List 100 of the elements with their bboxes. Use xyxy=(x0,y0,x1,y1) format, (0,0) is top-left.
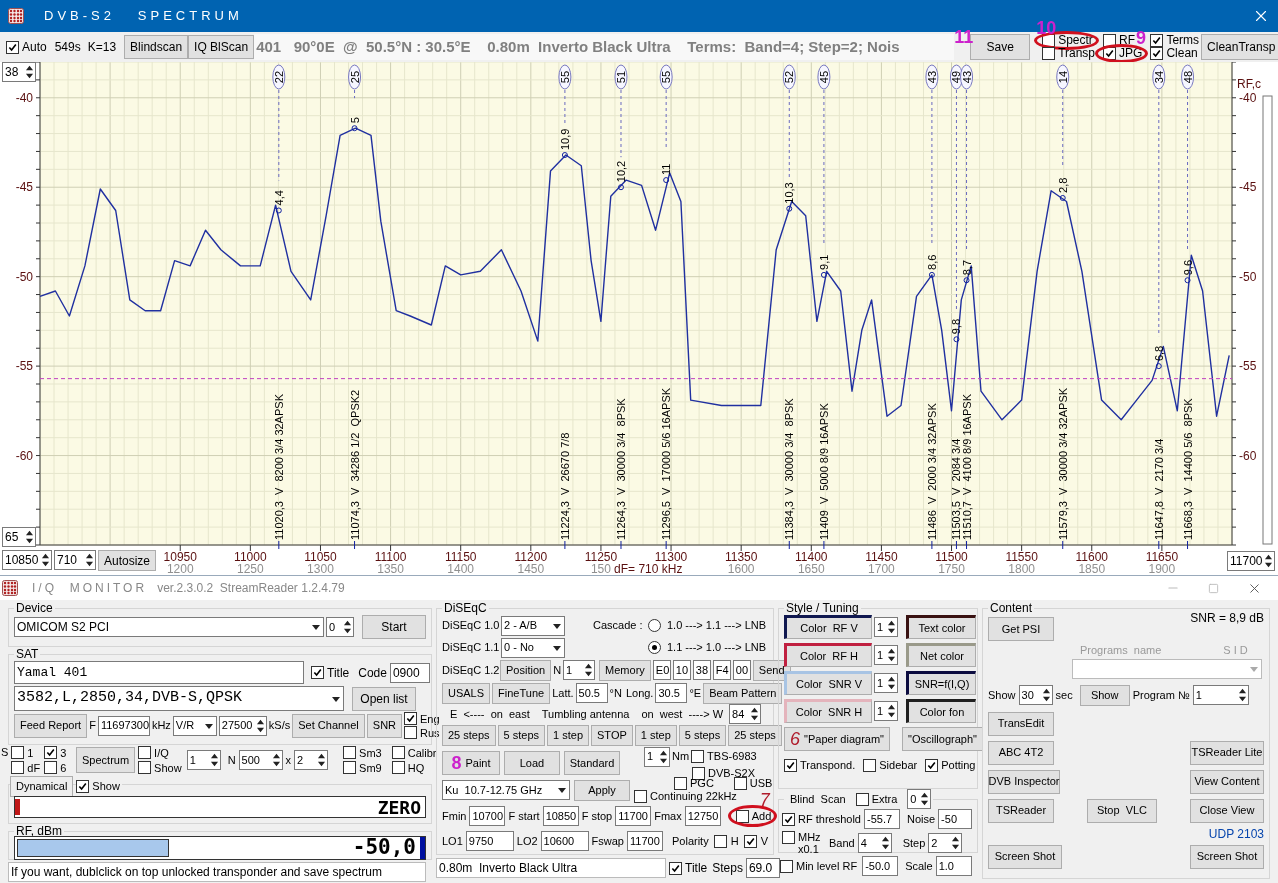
level-reading: -50,0 xyxy=(352,834,417,862)
label: Latt. xyxy=(552,685,574,701)
transponder-label: 11264,3 V 30000 3/4 8PSK xyxy=(615,398,627,540)
tick-label: 11550 xyxy=(1005,550,1038,564)
checkbox-label: HQ xyxy=(407,760,425,775)
tick-label: 11050 xyxy=(304,550,337,564)
label: DiSEqC 1.2 xyxy=(442,662,498,678)
transponder-label: 11296,5 V 17000 5/6 16APSK xyxy=(660,387,673,540)
checkbox-label: Extra xyxy=(871,792,898,806)
tick-label: -40 xyxy=(1239,90,1257,105)
checkbox-label: V xyxy=(760,833,768,849)
checkbox-label: Show xyxy=(154,760,182,775)
snr-value: 9,1 xyxy=(817,254,830,270)
label: x xyxy=(285,753,292,767)
snr-value: 6,8 xyxy=(1152,345,1165,362)
group-label: DiSEqC xyxy=(443,601,488,615)
transponder-label: 11510,7 V 4100 8/9 16APSK xyxy=(960,394,973,540)
callout-number: 9 xyxy=(1136,29,1147,47)
snr-value: 8,7 xyxy=(960,259,973,276)
label: 549s xyxy=(54,39,81,56)
label: LO2 xyxy=(516,833,538,849)
label: N xyxy=(553,662,562,678)
tick-label: -45 xyxy=(1239,180,1257,195)
transponder-label: 11224,3 V 26670 7/8 xyxy=(558,432,571,540)
axis-unit: RF,c xyxy=(1237,77,1261,91)
callout-number: 7 xyxy=(759,790,770,809)
tick-label: 1450 xyxy=(517,562,545,575)
span-label: dF= 710 kHz xyxy=(614,562,683,575)
tick-label: -50 xyxy=(1239,269,1257,284)
checkbox-label: 3 xyxy=(60,745,67,760)
label: on west ----> W xyxy=(641,706,724,722)
transponder-label: 11074,3 V 34286 1/2 QPSK2 xyxy=(348,389,361,540)
tick-label: 11600 xyxy=(1075,550,1108,564)
label: F start xyxy=(508,808,540,824)
label: °N xyxy=(609,685,622,701)
transponder-label: 11579,3 V 30000 3/4 32APSK xyxy=(1056,387,1069,540)
snr-value: 5 xyxy=(348,117,361,124)
snr-value: 10,9 xyxy=(558,128,571,150)
snr-value: 2,8 xyxy=(1056,177,1069,193)
checkbox-label: Transpond. xyxy=(800,758,856,773)
label: Scale xyxy=(905,858,933,874)
checkbox-label: Spectr xyxy=(1058,34,1093,47)
label: Band xyxy=(829,835,855,851)
tick-label: 1700 xyxy=(868,562,895,575)
label: K=13 xyxy=(87,39,117,56)
label: UDP 2103 xyxy=(1208,825,1264,843)
label: SNR = 8,9 dB xyxy=(1190,610,1264,627)
transponder-label: 11503,5 V 2084 3/4 xyxy=(950,438,963,540)
checkbox-label: Title xyxy=(685,860,708,877)
label: Show xyxy=(988,687,1016,703)
transponder-label: 11647,8 V 2170 3/4 xyxy=(1152,438,1165,540)
label: LO1 xyxy=(442,833,463,849)
label: Step xyxy=(902,835,926,851)
window-subtitle: ver.2.3.0.2 StreamReader 1.2.4.79 xyxy=(157,580,345,597)
tick-label: 11350 xyxy=(724,550,758,564)
snr-value: 10,3 xyxy=(783,182,796,204)
label: kHz xyxy=(151,718,171,734)
snr-value: 9,8 xyxy=(950,319,963,335)
snr-value: 9,6 xyxy=(1181,259,1194,276)
transponder-label: 11409 V 5000 8/9 16APSK xyxy=(817,403,830,540)
tick-label: -55 xyxy=(1239,359,1257,374)
checkbox-label: Show xyxy=(92,778,120,794)
tick-label: 1650 xyxy=(797,562,825,575)
label: S I D xyxy=(1223,643,1248,658)
tick-label: 1850 xyxy=(1078,562,1106,575)
tick-label: 150 xyxy=(590,562,611,575)
tick-label: -40 xyxy=(15,90,33,105)
label: Noise xyxy=(907,811,936,827)
window-title: DVB-S2 SPECTRUM xyxy=(44,7,243,26)
tick-label: 11650 xyxy=(1145,550,1179,564)
checkbox-label: Transp xyxy=(1058,47,1096,60)
snr-value: 11 xyxy=(660,163,673,176)
checkbox-label: 6 xyxy=(60,760,67,775)
checkbox-label: Continuing 22kHz xyxy=(650,790,737,803)
checkbox-label: DVB-S2X xyxy=(708,766,756,779)
checkbox-label: Sm9 xyxy=(359,760,382,775)
checkbox-label: 1 xyxy=(27,745,34,760)
group-label: Style / Tuning xyxy=(785,601,860,615)
tick-label: -45 xyxy=(15,180,33,195)
label: Programs name xyxy=(1080,643,1162,658)
group-label: RF, dBm xyxy=(15,824,63,838)
label: DiSEqC 1.1 xyxy=(442,640,498,656)
tick-label: -60 xyxy=(1239,448,1257,463)
snr-value: 4,4 xyxy=(272,190,285,206)
tick-label: 11400 xyxy=(795,550,828,564)
label: E <---- on east xyxy=(450,706,530,722)
transponder-label: 11668,3 V 14400 5/6 8PSK xyxy=(1181,398,1194,540)
tick-label: -60 xyxy=(15,448,33,463)
label: 1.0 ---> 1.1 ---> LNB xyxy=(667,618,767,634)
label: Program № xyxy=(1132,687,1190,703)
checkbox-label: dF xyxy=(27,760,41,775)
label: Tumbling antenna xyxy=(541,706,630,722)
tick-label: 1600 xyxy=(727,562,755,575)
tick-label: 1250 xyxy=(237,562,264,575)
tick-label: 1800 xyxy=(1008,562,1035,575)
label: 1.1 ---> 1.0 ---> LNB xyxy=(667,640,767,656)
tick-label: 11000 xyxy=(234,550,267,564)
label: Blind Scan xyxy=(790,792,846,806)
checkbox-label: RF xyxy=(1119,34,1136,47)
window-title: I/Q MONITOR xyxy=(32,580,148,597)
